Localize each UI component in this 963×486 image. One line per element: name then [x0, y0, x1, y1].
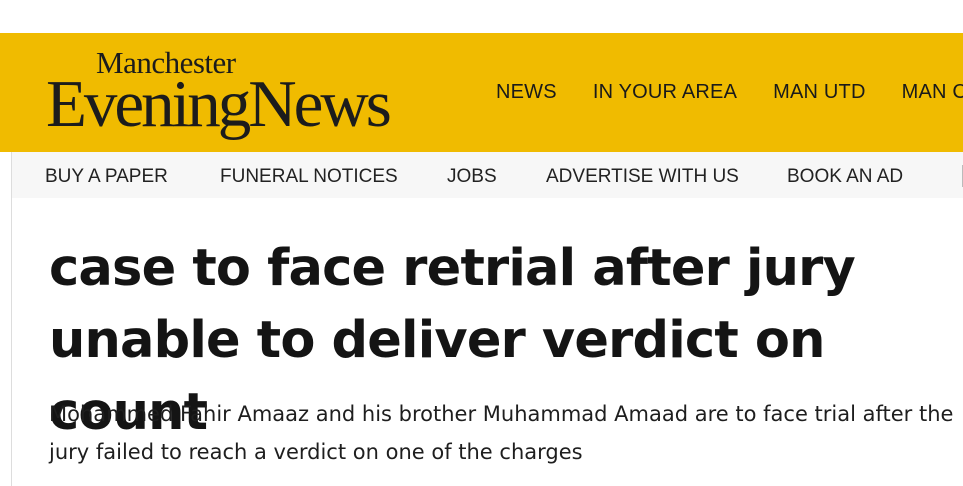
sub-nav-funeral-notices[interactable]: FUNERAL NOTICES — [220, 152, 398, 198]
main-nav-news[interactable]: NEWS — [496, 81, 557, 104]
brand-logo[interactable]: Manchester EveningNews — [46, 47, 446, 141]
sub-nav-jobs[interactable]: JOBS — [447, 152, 497, 198]
sub-nav-book-an-ad[interactable]: BOOK AN AD — [787, 152, 903, 198]
article-content: case to face retrial after jury unable t… — [11, 198, 963, 486]
main-nav-man-city[interactable]: MAN CITY — [902, 81, 963, 104]
sub-nav-advertise-with-us[interactable]: ADVERTISE WITH US — [546, 152, 739, 198]
secondary-nav: BUY A PAPER FUNERAL NOTICES JOBS ADVERTI… — [11, 152, 963, 198]
main-nav: NEWS IN YOUR AREA MAN UTD MAN CITY — [496, 33, 963, 152]
logo-bottom-text: EveningNews — [46, 67, 392, 141]
article-standfirst: Mohammed Fahir Amaaz and his brother Muh… — [49, 402, 954, 464]
main-nav-in-your-area[interactable]: IN YOUR AREA — [593, 81, 737, 104]
sub-nav-buy-a-paper[interactable]: BUY A PAPER — [45, 152, 168, 198]
masthead: Manchester EveningNews NEWS IN YOUR AREA… — [0, 33, 963, 152]
main-nav-man-utd[interactable]: MAN UTD — [773, 81, 866, 104]
